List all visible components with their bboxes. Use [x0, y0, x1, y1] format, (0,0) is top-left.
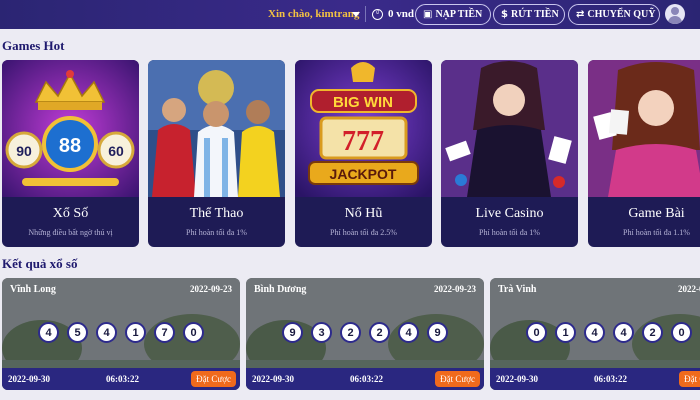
place-bet-button[interactable]: Đặt Cược	[679, 371, 700, 387]
transfer-arrows-icon: ⇄	[576, 9, 585, 20]
lottery-ball: 4	[38, 322, 59, 343]
wallet-icon: ▣	[423, 9, 433, 20]
lottery-city: Bình Dương	[254, 284, 307, 295]
withdraw-button[interactable]: $ RÚT TIỀN	[493, 4, 565, 25]
chevron-down-icon[interactable]	[352, 12, 360, 17]
game-subtitle: Phí hoàn tối đa 1.1%	[623, 228, 690, 237]
lottery-result-card: Vĩnh Long 2022-09-23 4 5 4 1 7 0 2022-09…	[2, 278, 240, 390]
next-draw-date: 2022-09-30	[252, 374, 294, 384]
transfer-button[interactable]: ⇄ CHUYỂN QUỸ	[568, 4, 660, 25]
game-name: Xổ Số	[52, 206, 89, 221]
game-card-live-casino[interactable]: Live Casino Phí hoàn tối đa 1%	[441, 60, 578, 247]
lottery-results-title: Kết quả xổ số	[2, 256, 78, 271]
game-subtitle: Những điều bất ngờ thú vị	[28, 228, 113, 237]
lottery-left-text: 90	[16, 143, 32, 159]
game-name: Live Casino	[475, 206, 544, 221]
lottery-ball: 7	[154, 322, 175, 343]
live-casino-art	[441, 60, 578, 197]
next-draw-date: 2022-09-30	[8, 374, 50, 384]
game-card-sports[interactable]: Thể Thao Phí hoàn tối đa 1%	[148, 60, 285, 247]
lottery-ball: 5	[67, 322, 88, 343]
slots-art: BIG WIN 777 JACKPOT	[295, 60, 432, 197]
deposit-button[interactable]: ▣ NẠP TIỀN	[415, 4, 491, 25]
dollar-icon: $	[501, 9, 508, 20]
lottery-ball: 1	[125, 322, 146, 343]
place-bet-button[interactable]: Đặt Cược	[435, 371, 480, 387]
slot-top-text: BIG WIN	[333, 94, 393, 111]
games-hot-title: Games Hot	[2, 38, 65, 53]
game-card-slots[interactable]: BIG WIN 777 JACKPOT Nổ Hũ Phí hoàn tối đ…	[295, 60, 432, 247]
transfer-label: CHUYỂN QUỸ	[587, 9, 656, 20]
user-greeting[interactable]: Xin chào, kimtrang	[268, 8, 359, 20]
countdown: 06:03:22	[350, 374, 383, 384]
countdown: 06:03:22	[594, 374, 627, 384]
lottery-ball: 0	[183, 322, 204, 343]
lottery-ball: 4	[96, 322, 117, 343]
lottery-ball: 9	[427, 322, 448, 343]
lottery-card-footer: 2022-09-30 06:03:22 Đặt Cược	[246, 368, 484, 390]
lottery-art: 88 90 60	[2, 60, 139, 197]
lottery-result-card: Trà Vinh 2022-09-23 0 1 4 4 2 0 2022-09-…	[490, 278, 700, 390]
header-divider	[365, 6, 366, 22]
lottery-card-footer: 2022-09-30 06:03:22 Đặt Cược	[2, 368, 240, 390]
withdraw-label: RÚT TIỀN	[510, 9, 559, 20]
game-name: Nổ Hũ	[344, 206, 383, 221]
coin-icon: ₫	[372, 9, 383, 20]
lottery-ball: 4	[613, 322, 634, 343]
balance-amount: 0 vnd	[388, 8, 414, 20]
slot-bottom-text: JACKPOT	[330, 166, 397, 182]
lottery-ball: 0	[526, 322, 547, 343]
lottery-ball: 3	[311, 322, 332, 343]
lottery-right-text: 60	[108, 143, 124, 159]
card-games-art	[588, 60, 700, 197]
lottery-ball: 0	[671, 322, 692, 343]
slot-reels-text: 777	[342, 126, 384, 157]
lottery-ball: 1	[555, 322, 576, 343]
game-subtitle: Phí hoàn tối đa 1%	[186, 228, 247, 237]
lottery-city: Trà Vinh	[498, 284, 537, 295]
lottery-ball: 9	[282, 322, 303, 343]
lottery-result-card: Bình Dương 2022-09-23 9 3 2 2 4 9 2022-0…	[246, 278, 484, 390]
next-draw-date: 2022-09-30	[496, 374, 538, 384]
lottery-ball: 2	[340, 322, 361, 343]
game-card-card-games[interactable]: Game Bài Phí hoàn tối đa 1.1%	[588, 60, 700, 247]
game-subtitle: Phí hoàn tối đa 2.5%	[330, 228, 397, 237]
deposit-label: NẠP TIỀN	[435, 9, 483, 20]
lottery-card-footer: 2022-09-30 06:03:22 Đặt Cược	[490, 368, 700, 390]
countdown: 06:03:22	[106, 374, 139, 384]
sports-art	[148, 60, 285, 197]
top-bar: Xin chào, kimtrang ₫ 0 vnd ▣ NẠP TIỀN $ …	[0, 0, 700, 29]
lottery-badge-text: 88	[59, 135, 81, 157]
lottery-draw-date: 2022-09-23	[434, 284, 476, 294]
lottery-ball: 4	[584, 322, 605, 343]
game-name: Thể Thao	[189, 206, 244, 221]
game-card-lottery[interactable]: 88 90 60 Xổ Số Những điều bất ngờ thú vị	[2, 60, 139, 247]
lottery-ball: 4	[398, 322, 419, 343]
lottery-numbers: 9 3 2 2 4 9	[246, 322, 484, 343]
lottery-draw-date: 2022-09-23	[190, 284, 232, 294]
lottery-numbers: 4 5 4 1 7 0	[2, 322, 240, 343]
lottery-numbers: 0 1 4 4 2 0	[490, 322, 700, 343]
game-subtitle: Phí hoàn tối đa 1%	[479, 228, 540, 237]
place-bet-button[interactable]: Đặt Cược	[191, 371, 236, 387]
lottery-ball: 2	[369, 322, 390, 343]
user-avatar-icon[interactable]	[665, 4, 685, 24]
lottery-ball: 2	[642, 322, 663, 343]
lottery-city: Vĩnh Long	[10, 284, 56, 295]
lottery-draw-date: 2022-09-23	[678, 284, 700, 294]
game-name: Game Bài	[628, 206, 685, 221]
